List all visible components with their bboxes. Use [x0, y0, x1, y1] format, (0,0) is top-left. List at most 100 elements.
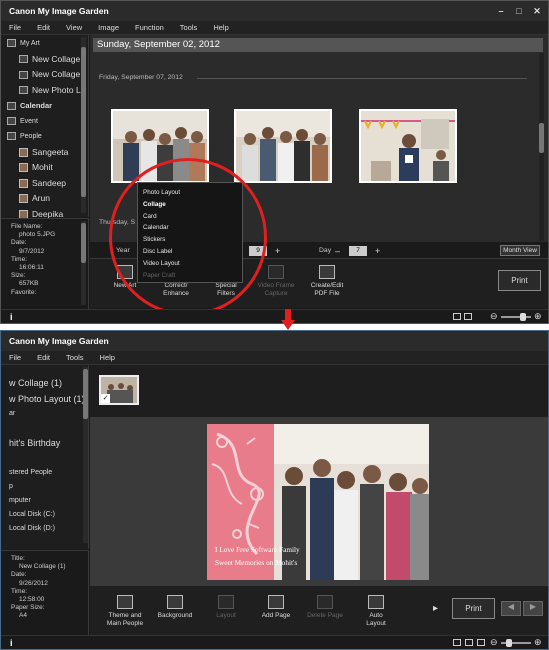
menu-item-file[interactable]: File: [9, 351, 21, 364]
collage-caption-line2[interactable]: Sweet Memories on Mohit's: [215, 558, 297, 567]
sidebar-item[interactable]: New Collage: [1, 52, 88, 68]
menu-bar: File Edit View Image Function Tools Help: [1, 21, 548, 35]
info-icon[interactable]: i: [10, 638, 13, 648]
scrollbar-thumb[interactable]: [539, 123, 544, 153]
zoom-in-icon[interactable]: ⊕: [534, 637, 542, 648]
collage-editor-window: Canon My Image Garden File Edit Tools Help …: [0, 330, 549, 650]
menu-item-function[interactable]: Function: [135, 21, 164, 34]
photo-thumbnail[interactable]: [359, 109, 457, 183]
video-frame-capture-button[interactable]: Video Frame Capture: [253, 265, 299, 297]
sidebar-item[interactable]: p: [1, 480, 88, 494]
sidebar-item-label: Event: [20, 117, 38, 125]
sidebar-scrollbar[interactable]: [83, 367, 88, 543]
title-label: Title:: [11, 555, 25, 562]
zoom-slider[interactable]: [501, 316, 531, 318]
sidebar-item[interactable]: People: [1, 129, 88, 145]
category-icon: [7, 116, 16, 125]
sidebar-item-label: Local Disk (C:): [9, 511, 55, 519]
menu-item-edit[interactable]: Edit: [37, 21, 50, 34]
sidebar-item[interactable]: [1, 421, 88, 435]
card-photo-panel: [274, 424, 429, 580]
sidebar-item[interactable]: New Collage: [1, 67, 88, 83]
menu-item-help[interactable]: Help: [213, 21, 228, 34]
close-icon[interactable]: ✕: [532, 1, 542, 21]
auto-layout-button[interactable]: Auto Layout: [354, 595, 398, 627]
page-thumbnail[interactable]: ✓: [99, 375, 139, 405]
fit-page-icon[interactable]: [465, 639, 473, 646]
expand-arrow-icon[interactable]: ▸: [433, 603, 438, 614]
print-button[interactable]: Print: [498, 270, 541, 291]
sidebar-item[interactable]: hit's Birthday: [1, 435, 88, 451]
collage-page[interactable]: I Love Free Software Family Sweet Memori…: [207, 424, 429, 580]
next-page-button[interactable]: ▶: [523, 601, 543, 616]
category-icon: [7, 39, 16, 48]
add-page-label: Add Page: [261, 612, 291, 619]
sidebar-item[interactable]: Local Disk (D:): [1, 522, 88, 536]
full-screen-icon[interactable]: [464, 313, 472, 320]
view-mode-icon[interactable]: [453, 639, 461, 646]
sidebar-item[interactable]: Sandeep: [1, 176, 88, 192]
item-info-panel: Title: New Collage (1) Date: 9/26/2012 T…: [1, 550, 89, 636]
sidebar-item[interactable]: mputer: [1, 494, 88, 508]
sidebar-item[interactable]: w Collage (1): [1, 375, 88, 391]
day-decrement-button[interactable]: –: [335, 246, 340, 256]
zoom-in-icon[interactable]: ⊕: [534, 311, 542, 322]
maximize-icon[interactable]: □: [514, 1, 524, 21]
add-page-button[interactable]: Add Page: [254, 595, 298, 620]
scrollbar-thumb[interactable]: [81, 47, 86, 197]
minimize-icon[interactable]: –: [496, 1, 506, 21]
print-button[interactable]: Print: [452, 598, 495, 619]
view-mode-icon[interactable]: [453, 313, 461, 320]
day-increment-button[interactable]: +: [375, 246, 380, 256]
sidebar-item[interactable]: stered People: [1, 466, 88, 480]
sidebar-item[interactable]: ar: [1, 407, 88, 421]
theme-main-people-button[interactable]: Theme and Main People: [103, 595, 147, 627]
party-photo-image: [361, 111, 455, 181]
main-scrollbar[interactable]: [539, 53, 544, 241]
month-increment-button[interactable]: +: [275, 246, 280, 256]
sidebar-item[interactable]: My Art: [1, 36, 88, 52]
zoom-out-icon[interactable]: ⊖: [490, 311, 498, 322]
menu-item-help[interactable]: Help: [100, 351, 115, 364]
scrollbar-thumb[interactable]: [81, 223, 86, 263]
sidebar-item[interactable]: New Photo L: [1, 83, 88, 99]
full-screen-icon[interactable]: [477, 639, 485, 646]
sidebar-item[interactable]: Local Disk (C:): [1, 508, 88, 522]
paper-size-value: A4: [19, 612, 27, 620]
previous-page-button[interactable]: ◀: [501, 601, 521, 616]
sidebar-item[interactable]: Mohit: [1, 160, 88, 176]
info-scrollbar[interactable]: [81, 221, 86, 305]
sidebar-item[interactable]: Event: [1, 114, 88, 130]
day-stepper-value[interactable]: 7: [349, 246, 367, 256]
theme-main-people-label: Theme and Main People: [106, 612, 144, 627]
background-button[interactable]: Background: [153, 595, 197, 620]
sidebar-item-label: ar: [9, 410, 16, 417]
scrollbar-thumb[interactable]: [83, 369, 88, 419]
sidebar-scrollbar[interactable]: [81, 37, 86, 213]
zoom-slider-knob[interactable]: [506, 639, 512, 647]
menu-item-image[interactable]: Image: [98, 21, 119, 34]
month-view-button[interactable]: Month View: [500, 245, 540, 256]
menu-item-file[interactable]: File: [9, 21, 21, 34]
layout-button[interactable]: Layout: [204, 595, 248, 620]
info-icon[interactable]: i: [10, 312, 13, 322]
sidebar-item[interactable]: Calendar: [1, 98, 88, 114]
menu-item-tools[interactable]: Tools: [180, 21, 198, 34]
collage-caption-line1[interactable]: I Love Free Software Family: [215, 545, 300, 554]
sidebar-item[interactable]: [1, 451, 88, 465]
date-value: 9/26/2012: [19, 579, 48, 587]
auto-layout-icon: [368, 595, 384, 609]
delete-page-button[interactable]: Delete Page: [303, 595, 347, 620]
zoom-slider-knob[interactable]: [520, 313, 526, 321]
sidebar-item[interactable]: Sangeeta: [1, 145, 88, 161]
sidebar-item[interactable]: Arun: [1, 191, 88, 207]
sidebar-item[interactable]: w Photo Layout (1): [1, 391, 88, 407]
menu-item-tools[interactable]: Tools: [66, 351, 84, 364]
menu-item-view[interactable]: View: [66, 21, 82, 34]
create-edit-pdf-button[interactable]: Create/Edit PDF File: [304, 265, 350, 297]
photo-thumbnail[interactable]: [234, 109, 332, 183]
menu-item-edit[interactable]: Edit: [37, 351, 50, 364]
sidebar-item-label: My Art: [20, 40, 40, 47]
zoom-out-icon[interactable]: ⊖: [490, 637, 498, 648]
favorite-label: Favorite:: [11, 288, 37, 296]
